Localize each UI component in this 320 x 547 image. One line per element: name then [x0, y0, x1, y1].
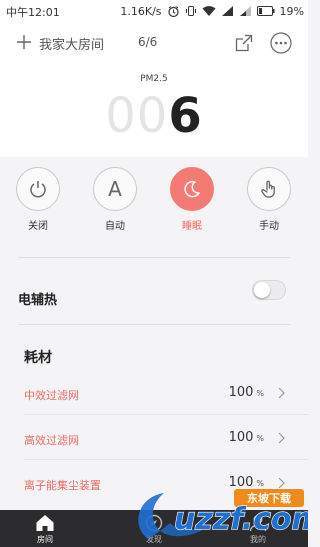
heater-label: 电辅热	[18, 293, 58, 308]
consumables-title: 耗材	[24, 350, 52, 366]
pm25-label: PM2.5	[140, 74, 168, 84]
chevron-right-icon	[278, 432, 285, 444]
consumable-unit: %	[256, 389, 264, 398]
control-panel: 关闭 A 自动 睡眠 手动 电辅热 耗材 中效过滤网 100% 高效过滤网 10…	[0, 157, 308, 510]
consumable-name: 离子能集尘装置	[24, 479, 101, 492]
consumable-value: 100	[228, 430, 254, 445]
consumable-row-hepa-filter[interactable]: 高效过滤网 100%	[24, 428, 286, 452]
pm25-leading-zeros: 00	[105, 88, 169, 144]
consumable-value-wrap: 100%	[229, 430, 264, 445]
consumable-value: 100	[228, 385, 254, 400]
mode-manual-circle[interactable]	[247, 167, 291, 211]
status-bar: 中午12:01 1.16K/s 19%	[0, 0, 308, 22]
mode-sleep-button[interactable]: 睡眠	[168, 167, 216, 232]
wifi-icon	[202, 5, 216, 17]
divider	[18, 324, 290, 325]
consumable-name: 高效过滤网	[24, 434, 79, 447]
signal-icon-2	[239, 5, 252, 17]
home-icon	[36, 515, 54, 531]
heater-toggle[interactable]	[252, 280, 286, 300]
letter-a-icon: A	[108, 177, 122, 201]
row-divider	[24, 459, 308, 460]
divider	[18, 257, 290, 258]
status-right: 1.16K/s 19%	[120, 3, 304, 19]
mode-off-circle[interactable]	[16, 167, 60, 211]
watermark-logo: 东坡下载 uzzf.com	[138, 489, 308, 539]
share-icon[interactable]	[235, 34, 253, 52]
toggle-knob	[254, 282, 270, 298]
vibrate-icon	[185, 5, 197, 17]
nav-label: 房间	[37, 535, 53, 544]
mode-manual-label: 手动	[259, 221, 279, 232]
mode-auto-button[interactable]: A 自动	[91, 167, 139, 232]
moon-icon	[184, 180, 200, 198]
room-name[interactable]: 我家大房间	[39, 34, 104, 53]
mode-sleep-label: 睡眠	[182, 221, 202, 232]
consumable-unit: %	[256, 434, 264, 443]
mode-auto-circle[interactable]: A	[93, 167, 137, 211]
battery-icon	[256, 6, 275, 16]
consumable-row-medium-filter[interactable]: 中效过滤网 100%	[24, 383, 286, 407]
signal-icon	[221, 5, 234, 17]
alarm-icon	[167, 5, 180, 18]
hand-icon	[261, 180, 275, 198]
mode-off-label: 关闭	[28, 221, 48, 232]
pm25-value-display: 006	[0, 86, 308, 146]
watermark-brand: uzzf.com	[174, 502, 308, 537]
battery-percent: 19%	[279, 4, 304, 18]
chevron-right-icon	[278, 387, 285, 399]
room-header: 我家大房间 6/6 PM2.5 006	[0, 22, 308, 157]
power-icon	[30, 181, 46, 198]
consumable-name: 中效过滤网	[24, 389, 79, 402]
status-time: 中午12:01	[6, 6, 60, 19]
nav-tab-rooms[interactable]: 房间	[15, 510, 75, 547]
plus-icon[interactable]	[17, 35, 31, 49]
consumable-value-wrap: 100%	[229, 385, 264, 400]
network-speed: 1.16K/s	[120, 4, 162, 18]
pm25-value: 6	[168, 88, 203, 144]
mode-sleep-circle[interactable]	[170, 167, 214, 211]
mode-auto-label: 自动	[105, 221, 125, 232]
room-index: 6/6	[138, 35, 158, 49]
row-divider	[24, 414, 308, 415]
mode-manual-button[interactable]: 手动	[245, 167, 293, 232]
mode-off-button[interactable]: 关闭	[14, 167, 62, 232]
more-icon[interactable]	[270, 32, 292, 54]
